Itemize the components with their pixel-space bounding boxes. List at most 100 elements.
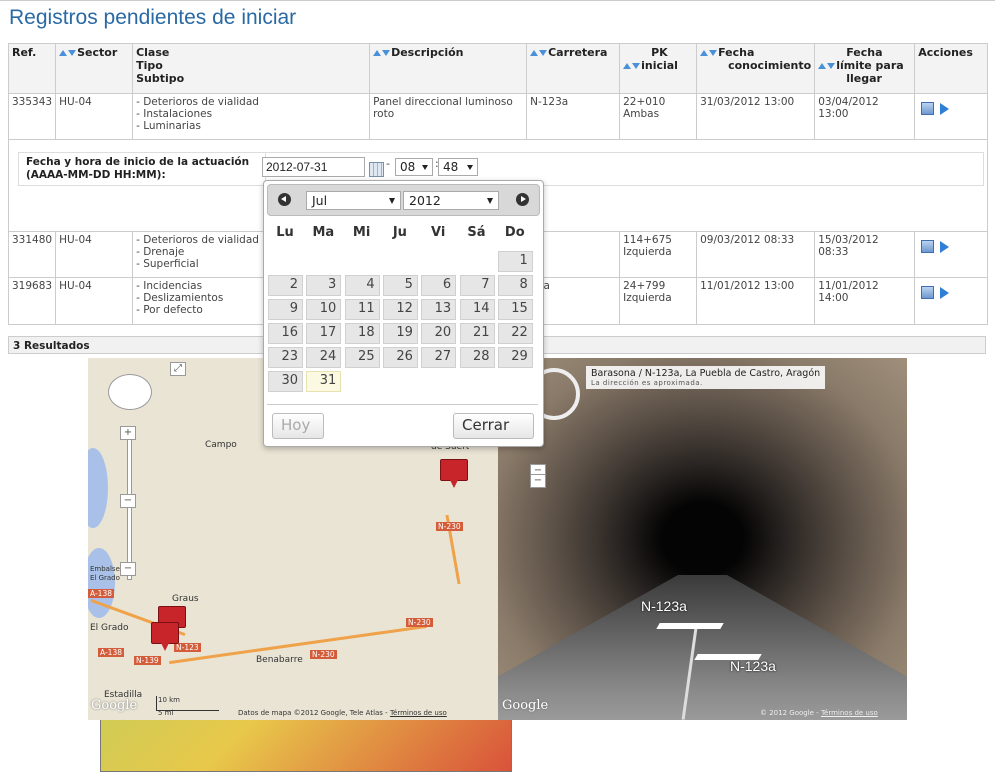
nav-arrow[interactable] <box>694 654 762 660</box>
road-label: N-123a <box>730 658 776 674</box>
sort-desc-icon[interactable] <box>382 50 391 56</box>
weekday-header: Sá <box>467 225 486 240</box>
calendar-day[interactable]: 27 <box>421 347 457 368</box>
detail-icon[interactable] <box>921 286 935 299</box>
sort-asc-icon[interactable] <box>818 63 827 69</box>
calendar-day[interactable]: 4 <box>344 275 380 296</box>
calendar-day[interactable]: 28 <box>459 347 495 368</box>
start-icon[interactable] <box>940 103 950 115</box>
calendar-day[interactable]: 12 <box>382 299 418 320</box>
calendar-day[interactable]: 5 <box>382 275 418 296</box>
place-label: Embalse <box>90 565 120 573</box>
weekday-header: Mi <box>352 225 371 240</box>
road-label: A-138 <box>88 589 114 598</box>
calendar-day[interactable]: 24 <box>306 347 342 368</box>
calendar-day[interactable]: 13 <box>421 299 457 320</box>
sort-asc-icon[interactable] <box>373 50 382 56</box>
sort-desc-icon[interactable] <box>68 50 77 56</box>
calendar-icon[interactable] <box>369 162 384 177</box>
col-ref[interactable]: Ref. <box>7 43 57 94</box>
minute-select[interactable]: 48 <box>438 158 478 176</box>
col-descripcion[interactable]: Descripción <box>369 43 528 94</box>
terms-link[interactable]: Términos de uso <box>390 709 447 717</box>
zoom-out-button[interactable]: − <box>120 562 136 576</box>
year-select[interactable]: 2012 <box>403 191 499 210</box>
sort-asc-icon[interactable] <box>623 63 632 69</box>
calendar-day[interactable]: 15 <box>497 299 533 320</box>
sort-asc-icon[interactable] <box>530 50 539 56</box>
calendar-day[interactable]: 20 <box>421 323 457 344</box>
calendar-day[interactable]: 23 <box>268 347 303 368</box>
cell-pk: 22+010 Ambas <box>619 93 698 140</box>
google-logo[interactable]: Google <box>91 698 137 713</box>
calendar-day[interactable]: 6 <box>421 275 457 296</box>
sort-asc-icon[interactable] <box>59 50 68 56</box>
sort-desc-icon[interactable] <box>632 63 641 69</box>
calendar-day[interactable]: 1 <box>497 251 533 272</box>
chevron-down-icon <box>467 165 473 170</box>
table-row[interactable]: 335343 HU-04 - Deterioros de vialidad - I… <box>7 93 988 772</box>
calendar-day[interactable]: 9 <box>268 299 303 320</box>
zoom-level-handle[interactable]: − <box>120 494 136 508</box>
page-title: Registros pendientes de iniciar <box>9 6 297 29</box>
col-fecha-conocimiento[interactable]: Fecha conocimiento <box>696 43 816 94</box>
incident-marker[interactable] <box>151 622 179 651</box>
pan-control[interactable] <box>108 374 152 410</box>
close-button[interactable]: Cerrar <box>453 413 534 439</box>
streetview-copyright: © 2012 Google - Términos de uso <box>760 709 878 717</box>
calendar-day[interactable]: 3 <box>306 275 342 296</box>
cell-fecha-limite: 03/04/2012 13:00 <box>814 93 916 140</box>
cell-clase: - Deterioros de vialidad - Instalaciones -… <box>132 93 371 140</box>
streetview-panel[interactable]: Barasona / N-123a, La Puebla de Castro, … <box>498 358 907 720</box>
chevron-down-icon <box>487 198 493 204</box>
detail-icon[interactable] <box>921 240 935 253</box>
calendar-day[interactable]: 10 <box>306 299 342 320</box>
col-pk[interactable]: PK inicial <box>619 43 698 94</box>
col-carretera[interactable]: Carretera <box>526 43 621 94</box>
zoom-out-button[interactable]: − <box>530 474 546 488</box>
calendar-day[interactable]: 31 <box>306 371 342 392</box>
cell-fecha-conocimiento: 11/01/2012 13:00 <box>696 277 816 325</box>
sort-desc-icon[interactable] <box>539 50 548 56</box>
cell-fecha-limite: 15/03/2012 08:33 <box>814 231 916 278</box>
calendar-day[interactable]: 25 <box>344 347 380 368</box>
google-logo[interactable]: Google <box>502 698 548 713</box>
calendar-day[interactable]: 2 <box>268 275 303 296</box>
calendar-day[interactable]: 14 <box>459 299 495 320</box>
col-sector[interactable]: Sector <box>55 43 134 94</box>
detail-icon[interactable] <box>921 102 935 115</box>
month-select[interactable]: Jul <box>306 191 401 210</box>
calendar-day[interactable]: 16 <box>268 323 303 344</box>
prev-month-icon[interactable] <box>278 193 291 206</box>
sort-asc-icon[interactable] <box>700 50 709 56</box>
calendar-day[interactable]: 26 <box>382 347 418 368</box>
cell-acciones <box>99 231 988 772</box>
calendar-day[interactable]: 7 <box>459 275 495 296</box>
weekday-header: Ma <box>312 225 335 240</box>
chevron-down-icon <box>422 165 428 170</box>
incident-marker[interactable] <box>440 459 468 488</box>
calendar-day[interactable]: 21 <box>459 323 495 344</box>
calendar-day[interactable]: 22 <box>497 323 533 344</box>
calendar-day[interactable]: 17 <box>306 323 342 344</box>
calendar-day[interactable]: 29 <box>497 347 533 368</box>
zoom-in-button[interactable]: + <box>120 426 136 440</box>
start-icon[interactable] <box>940 241 950 253</box>
calendar-day[interactable]: 30 <box>268 371 303 392</box>
calendar-day[interactable]: 19 <box>382 323 418 344</box>
start-date-input[interactable] <box>262 157 365 177</box>
fullscreen-icon[interactable]: ⤢ <box>170 362 186 376</box>
next-month-icon[interactable] <box>516 193 529 206</box>
zoom-slider[interactable] <box>127 438 132 580</box>
calendar-day[interactable]: 18 <box>344 323 380 344</box>
calendar-day[interactable]: 8 <box>497 275 533 296</box>
sort-desc-icon[interactable] <box>709 50 718 56</box>
terms-link[interactable]: Términos de uso <box>821 709 878 717</box>
calendar-day[interactable]: 11 <box>344 299 380 320</box>
nav-arrow[interactable] <box>656 623 724 629</box>
col-fecha-limite[interactable]: Fecha límite para llegar <box>814 43 916 94</box>
today-button[interactable]: Hoy <box>272 413 324 439</box>
hour-select[interactable]: 08 <box>395 158 433 176</box>
sort-desc-icon[interactable] <box>827 63 836 69</box>
start-icon[interactable] <box>940 287 950 299</box>
